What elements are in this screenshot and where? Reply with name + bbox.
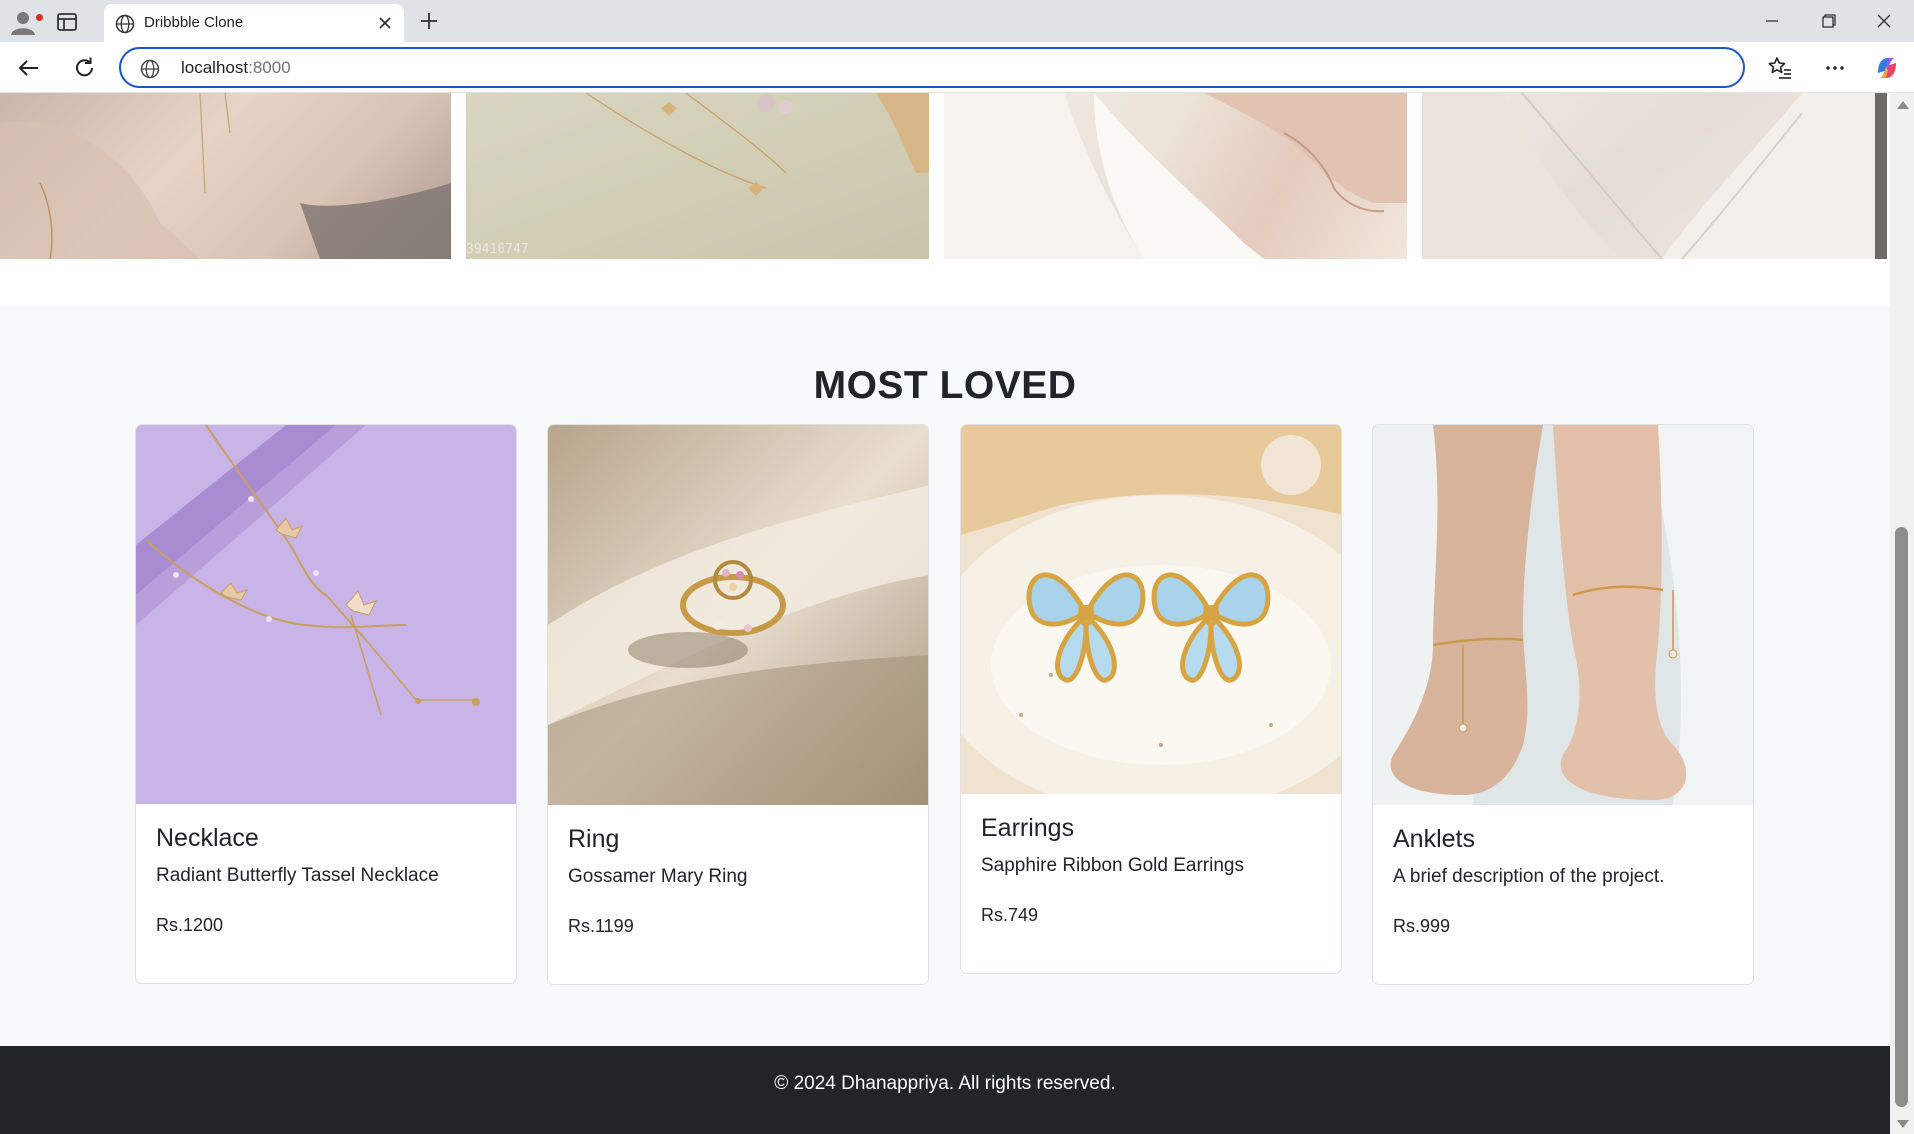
product-description: A brief description of the project. <box>1393 866 1665 887</box>
product-description: Sapphire Ribbon Gold Earrings <box>981 855 1244 876</box>
tab-title: Dribbble Clone <box>144 14 244 31</box>
close-tab-icon[interactable] <box>376 14 394 32</box>
product-description: Gossamer Mary Ring <box>568 866 748 887</box>
product-image-necklace[interactable] <box>136 425 516 804</box>
globe-icon <box>114 13 136 35</box>
browser-tab-bar: Dribbble Clone <box>0 0 1914 42</box>
product-name: Anklets <box>1393 825 1475 853</box>
image-watermark: 39416747 <box>466 242 529 257</box>
browser-tab-active[interactable]: Dribbble Clone <box>104 4 404 42</box>
scrollbar-thumb[interactable] <box>1895 527 1908 1107</box>
profile-avatar-icon[interactable] <box>8 7 44 37</box>
url-host: localhost <box>181 58 249 77</box>
address-url[interactable]: localhost:8000 <box>181 58 291 78</box>
site-info-globe-icon[interactable] <box>139 58 161 80</box>
hero-image-necklace-flatlay: 39416747 <box>466 93 929 259</box>
page-viewport: 39416747 MOST LOVED Necklace Radiant But… <box>0 93 1890 1134</box>
browser-toolbar: localhost:8000 <box>0 42 1914 93</box>
hero-image-fabric <box>1422 93 1887 259</box>
product-price: Rs.1200 <box>156 915 224 935</box>
url-port: :8000 <box>248 58 291 77</box>
card-body: Earrings Sapphire Ribbon Gold Earrings R… <box>961 814 1341 926</box>
window-close-icon[interactable] <box>1864 8 1904 34</box>
product-card-earrings[interactable]: Earrings Sapphire Ribbon Gold Earrings R… <box>960 424 1342 974</box>
notification-dot <box>35 13 44 22</box>
product-name: Earrings <box>981 814 1075 842</box>
back-arrow-icon[interactable] <box>14 53 44 83</box>
hero-gallery: 39416747 <box>0 93 1890 306</box>
hero-image-hand <box>944 93 1407 259</box>
product-price: Rs.749 <box>981 905 1039 925</box>
product-price: Rs.999 <box>1393 916 1451 936</box>
window-restore-icon[interactable] <box>1808 8 1848 34</box>
copilot-icon[interactable] <box>1872 53 1902 83</box>
window-minimize-icon[interactable] <box>1752 8 1792 34</box>
product-card-anklets[interactable]: Anklets A brief description of the proje… <box>1372 424 1754 985</box>
product-name: Ring <box>568 825 620 853</box>
product-description: Radiant Butterfly Tassel Necklace <box>156 865 439 886</box>
scroll-down-arrow-icon[interactable] <box>1897 1120 1909 1128</box>
scroll-up-arrow-icon[interactable] <box>1897 101 1909 109</box>
vertical-scrollbar[interactable] <box>1890 93 1914 1134</box>
product-image-anklets[interactable] <box>1373 425 1753 805</box>
card-body: Ring Gossamer Mary Ring Rs.1199 <box>548 825 928 937</box>
card-body: Anklets A brief description of the proje… <box>1373 825 1753 937</box>
more-options-icon[interactable] <box>1820 53 1850 83</box>
footer-copyright: © 2024 Dhanappriya. All rights reserved. <box>774 1073 1116 1094</box>
reload-icon[interactable] <box>70 53 100 83</box>
section-title: MOST LOVED <box>813 364 1077 407</box>
product-price: Rs.1199 <box>568 916 634 936</box>
tab-actions-icon[interactable] <box>54 9 80 35</box>
product-card-ring[interactable]: Ring Gossamer Mary Ring Rs.1199 <box>547 424 929 985</box>
card-body: Necklace Radiant Butterfly Tassel Neckla… <box>136 824 516 936</box>
product-name: Necklace <box>156 824 259 852</box>
page-footer: © 2024 Dhanappriya. All rights reserved. <box>0 1046 1890 1134</box>
address-bar[interactable]: localhost:8000 <box>119 47 1745 88</box>
hero-image-necklace-neck <box>0 93 451 259</box>
favorites-star-icon[interactable] <box>1765 53 1795 83</box>
product-card-necklace[interactable]: Necklace Radiant Butterfly Tassel Neckla… <box>135 424 517 984</box>
new-tab-plus-icon[interactable] <box>416 8 442 34</box>
product-image-earrings[interactable] <box>961 425 1341 794</box>
product-image-ring[interactable] <box>548 425 928 805</box>
